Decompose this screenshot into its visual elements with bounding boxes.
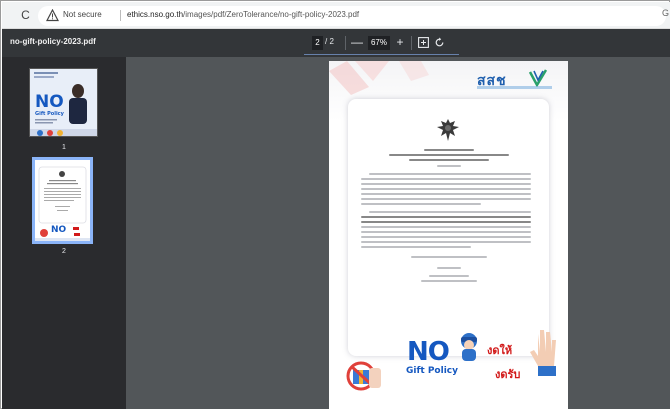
doc-body-line: [361, 216, 531, 218]
no-receiving-text: งดรับ: [495, 368, 521, 381]
doc-heading-line: [389, 154, 509, 156]
zoom-level-input[interactable]: 67%: [368, 36, 390, 50]
doc-body-line: [361, 203, 481, 205]
doc-body-line: [361, 241, 531, 243]
doc-signer-line: [429, 275, 469, 277]
warning-icon[interactable]: [46, 9, 59, 22]
thumbnail-label-2: 2: [62, 248, 66, 255]
doc-body-line: [361, 221, 531, 223]
zoom-out-button[interactable]: —: [351, 34, 363, 50]
pdf-file-name: no-gift-policy-2023.pdf: [10, 37, 96, 46]
toolbar-divider: [345, 36, 346, 50]
doc-signer-line: [421, 280, 477, 282]
doc-divider: [437, 165, 461, 167]
doc-date-line: [411, 256, 487, 258]
doc-body-line: [361, 178, 531, 180]
zoom-in-button[interactable]: +: [394, 34, 406, 50]
doc-body-line: [369, 211, 531, 213]
doc-signature-line: [437, 267, 461, 269]
mascot-icon: [461, 333, 477, 361]
doc-body-line: [361, 183, 531, 185]
omnibox-divider: [120, 10, 121, 21]
fit-to-page-icon[interactable]: [418, 37, 429, 48]
thumbnail-2-image: NO: [35, 160, 90, 241]
pdf-page-2: สสช NO Gift Policy งดให้ งดรับ: [329, 61, 568, 409]
doc-body-line: [361, 246, 471, 248]
url-path: /images/pdf/ZeroTolerance/no-gift-policy…: [183, 10, 360, 19]
address-omnibox[interactable]: Not secure ethics.nso.go.th/images/pdf/Z…: [38, 6, 666, 26]
page-thumbnail-1[interactable]: NO Gift Policy: [29, 68, 98, 137]
thumbnail-1-image: NO Gift Policy: [30, 69, 97, 136]
window-frame: C Not secure ethics.nso.go.th/images/pdf…: [0, 0, 670, 409]
gift-policy-text: Gift Policy: [406, 366, 458, 376]
doc-body-line: [361, 188, 531, 190]
edge-glyph: G: [662, 8, 670, 18]
thumbnail-sidebar: NO Gift Policy 1 NO 2: [2, 57, 126, 409]
reload-icon[interactable]: C: [18, 8, 33, 23]
gift-box-icon: [346, 361, 381, 391]
doc-body-line: [369, 173, 531, 175]
toolbar-divider: [411, 36, 412, 50]
pdf-toolbar: no-gift-policy-2023.pdf 2 / 2 — 67% +: [2, 29, 670, 57]
thumbnail-label-1: 1: [62, 144, 66, 151]
browser-address-bar: C Not secure ethics.nso.go.th/images/pdf…: [2, 2, 670, 29]
not-secure-label[interactable]: Not secure: [63, 10, 102, 19]
url-text[interactable]: ethics.nso.go.th/images/pdf/ZeroToleranc…: [127, 10, 359, 19]
doc-heading-line: [424, 149, 474, 151]
svg-text:NO: NO: [35, 92, 64, 112]
url-host: ethics.nso.go.th: [127, 10, 184, 19]
page-total: / 2: [325, 37, 334, 46]
doc-heading-line: [409, 159, 489, 161]
doc-body-line: [361, 198, 531, 200]
logo-mark-icon: [528, 69, 548, 87]
svg-text:Gift Policy: Gift Policy: [35, 111, 65, 117]
svg-text:NO: NO: [51, 225, 67, 235]
logo-subtitle-bar: [477, 86, 552, 89]
doc-body-line: [361, 193, 531, 195]
no-giving-text: งดให้: [487, 344, 513, 357]
doc-body-line: [361, 236, 531, 238]
no-gift-title: NO: [407, 337, 450, 367]
page-thumbnail-2[interactable]: NO: [32, 157, 93, 244]
toolbar-underline: [304, 54, 459, 55]
doc-body-line: [361, 231, 531, 233]
stop-hand-icon: [530, 330, 556, 376]
garuda-emblem-icon: [437, 119, 459, 141]
current-page-input[interactable]: 2: [312, 36, 323, 50]
nso-logo: สสช: [477, 69, 552, 94]
doc-body-line: [361, 226, 531, 228]
rotate-icon[interactable]: [434, 37, 445, 48]
pdf-viewer-area[interactable]: สสช NO Gift Policy งดให้ งดรับ: [126, 57, 670, 409]
